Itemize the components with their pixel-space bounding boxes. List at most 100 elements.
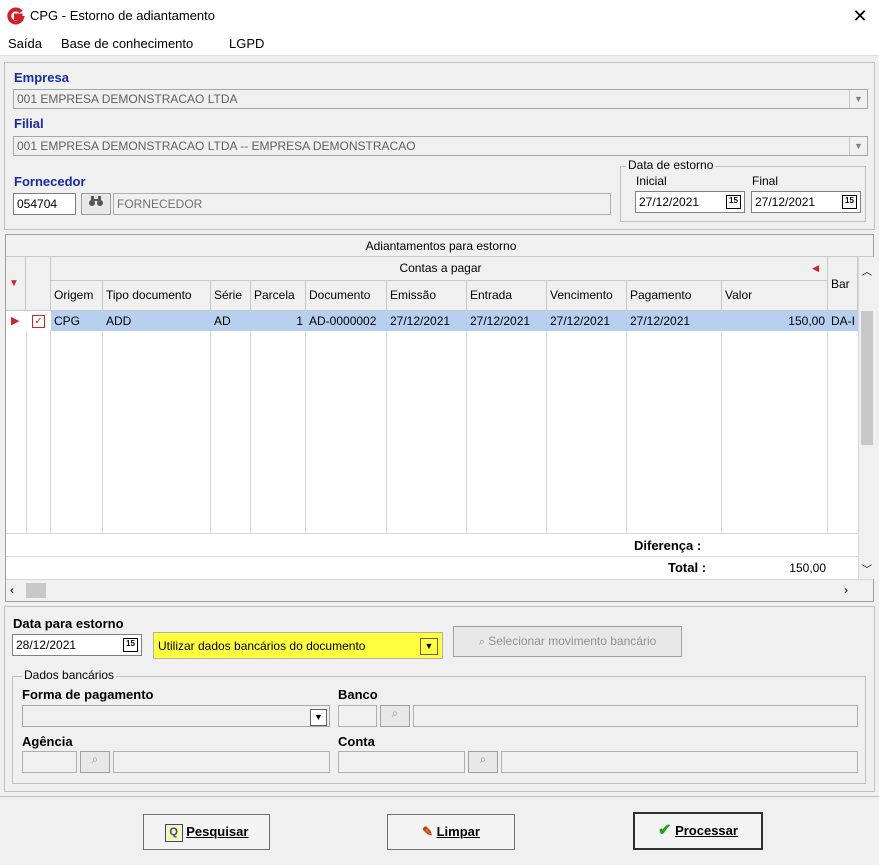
col-header-emissao[interactable]: Emissão [387, 281, 467, 311]
banco-search-button[interactable]: ⌕ [380, 705, 410, 727]
total-value: 150,00 [789, 561, 826, 575]
menu-item-saida[interactable]: Saída [8, 36, 42, 51]
window-title: CPG - Estorno de adiantamento [30, 8, 215, 23]
scroll-left-icon[interactable]: ◀ [812, 257, 819, 279]
band-label: Contas a pagar [399, 261, 482, 275]
col-header-origem[interactable]: Origem [51, 281, 103, 311]
limpar-label: Limpar [436, 824, 480, 839]
scrollbar-thumb[interactable] [861, 311, 873, 445]
cell-banco: DA-I [831, 314, 855, 328]
calendar-icon[interactable]: 15 [123, 638, 138, 652]
banco-code-field [338, 705, 377, 727]
col-header-tipo-documento[interactable]: Tipo documento [103, 281, 211, 311]
conta-search-button[interactable]: ⌕ [468, 751, 498, 773]
calendar-icon[interactable]: 15 [726, 195, 741, 209]
search-document-icon: Q [164, 823, 183, 842]
app-logo-icon [7, 7, 25, 25]
checkmark-icon: ✔ [658, 822, 672, 839]
cell-vencimento: 27/12/2021 [550, 314, 611, 328]
pesquisar-label: Pesquisar [186, 824, 249, 839]
filial-label: Filial [14, 116, 44, 131]
checkbox-checked-icon[interactable]: ✓ [32, 315, 45, 328]
chevron-down-icon[interactable]: ▼ [310, 709, 327, 726]
scroll-down-icon[interactable]: ﹀ [862, 561, 872, 576]
empresa-value: 001 EMPRESA DEMONSTRACAO LTDA [17, 92, 238, 106]
table-row[interactable]: ▶ ✓ CPG ADD AD 1 AD-0000002 27/12/2021 2… [6, 311, 858, 331]
title-bar: CPG - Estorno de adiantamento ✕ [0, 0, 879, 32]
binoculars-icon: ⌕ [391, 706, 399, 720]
cell-emissao: 27/12/2021 [390, 314, 451, 328]
agencia-search-button[interactable]: ⌕ [80, 751, 110, 773]
chevron-down-icon[interactable]: ▼ [849, 137, 867, 155]
conta-label: Conta [338, 734, 375, 749]
horizontal-scrollbar[interactable]: ‹ › [6, 579, 873, 601]
cell-pagamento: 27/12/2021 [630, 314, 691, 328]
hscroll-thumb[interactable] [26, 583, 46, 598]
inicial-label: Inicial [636, 174, 667, 188]
menu-item-base-conhecimento[interactable]: Base de conhecimento [61, 36, 193, 51]
menu-item-lgpd[interactable]: LGPD [229, 36, 264, 51]
data-estorno-title: Data de estorno [626, 158, 716, 172]
row-checkbox-cell[interactable]: ✓ [26, 311, 51, 331]
col-header-pagamento[interactable]: Pagamento [627, 281, 722, 311]
processar-button[interactable]: ✔ Processar [633, 812, 763, 850]
forma-pagamento-select[interactable]: ▼ [22, 705, 330, 727]
fornecedor-code-input[interactable]: 054704 [13, 193, 76, 215]
processar-label: Processar [675, 823, 738, 838]
banco-name-field [413, 705, 858, 727]
cell-serie: AD [214, 314, 231, 328]
col-header-documento[interactable]: Documento [306, 281, 387, 311]
row-indicator: ▶ [6, 311, 26, 331]
data-para-estorno-input[interactable]: 28/12/2021 15 [12, 634, 142, 656]
col-header-valor[interactable]: Valor [722, 281, 828, 311]
data-final-value: 27/12/2021 [755, 195, 816, 209]
grid-indicator-header: ▼ [6, 257, 26, 311]
scroll-left-icon[interactable]: ‹ [10, 583, 14, 597]
limpar-button[interactable]: ✎ Limpar [387, 814, 515, 850]
menu-bar: Saída Base de conhecimento LGPD [0, 32, 879, 56]
scroll-up-icon[interactable]: ︿ [862, 263, 872, 278]
chevron-down-icon[interactable]: ▼ [849, 90, 867, 108]
selecionar-movimento-label: Selecionar movimento bancário [488, 634, 657, 648]
current-row-arrow-icon: ▶ [11, 315, 20, 327]
data-para-estorno-value: 28/12/2021 [16, 638, 77, 652]
data-para-estorno-label: Data para estorno [13, 616, 124, 631]
broom-icon: ✎ [422, 824, 433, 839]
cell-origem: CPG [54, 314, 81, 328]
selecionar-movimento-button[interactable]: ⌕ Selecionar movimento bancário [453, 626, 682, 657]
dados-bancarios-title: Dados bancários [22, 668, 117, 682]
conta-code-field [338, 751, 465, 773]
col-header-entrada[interactable]: Entrada [467, 281, 547, 311]
dados-bancarios-option-select[interactable]: Utilizar dados bancários do documento ▼ [153, 632, 443, 659]
col-header-parcela[interactable]: Parcela [251, 281, 306, 311]
col-header-banco[interactable]: Bar [828, 257, 858, 311]
forma-pagamento-label: Forma de pagamento [22, 687, 154, 702]
empresa-label: Empresa [14, 70, 69, 85]
data-inicial-input[interactable]: 27/12/2021 15 [635, 191, 745, 213]
agencia-name-field [113, 751, 330, 773]
pesquisar-button[interactable]: Q Pesquisar [143, 814, 270, 850]
cell-entrada: 27/12/2021 [470, 314, 531, 328]
adiantamentos-grid: Adiantamentos para estorno ▼ Contas a pa… [5, 234, 874, 602]
col-header-vencimento[interactable]: Vencimento [547, 281, 627, 311]
col-header-serie[interactable]: Série [211, 281, 251, 311]
calendar-icon[interactable]: 15 [842, 195, 857, 209]
conta-name-field [501, 751, 858, 773]
grid-check-header [26, 257, 51, 311]
binoculars-icon [88, 196, 104, 211]
empresa-select[interactable]: 001 EMPRESA DEMONSTRACAO LTDA ▼ [13, 89, 868, 109]
dados-option-value: Utilizar dados bancários do documento [158, 639, 366, 653]
agencia-label: Agência [22, 734, 73, 749]
scroll-right-icon[interactable]: › [844, 583, 848, 597]
cell-tipo: ADD [106, 314, 132, 328]
fornecedor-label: Fornecedor [14, 174, 86, 189]
chevron-down-icon[interactable]: ▼ [420, 638, 438, 655]
fornecedor-search-button[interactable] [81, 193, 111, 215]
filial-select[interactable]: 001 EMPRESA DEMONSTRACAO LTDA -- EMPRESA… [13, 136, 868, 156]
fornecedor-name-field: FORNECEDOR [113, 193, 611, 215]
vertical-scrollbar[interactable]: ︿ ﹀ [858, 257, 874, 579]
binoculars-icon: ⌕ [478, 636, 485, 648]
data-final-input[interactable]: 27/12/2021 15 [751, 191, 861, 213]
close-icon[interactable]: ✕ [848, 4, 872, 28]
final-label: Final [752, 174, 779, 188]
